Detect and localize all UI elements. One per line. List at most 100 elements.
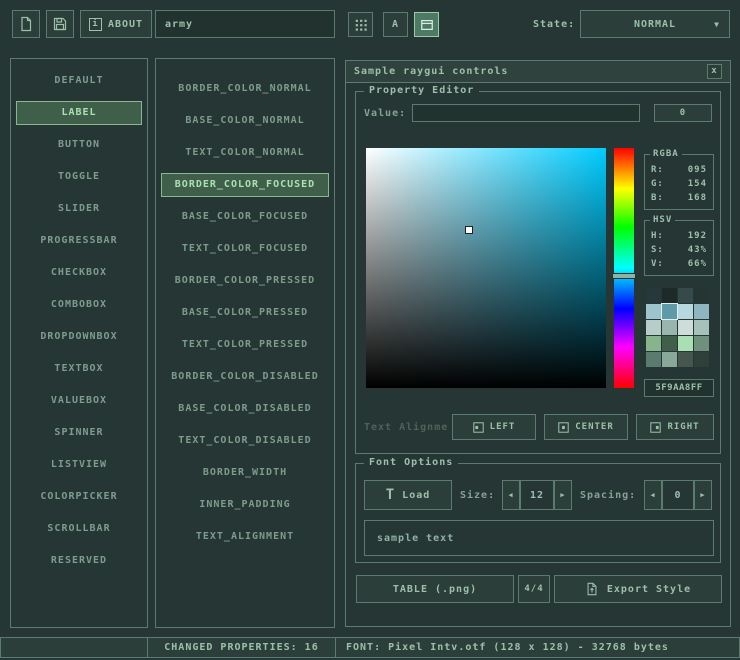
palette-swatch[interactable] [662,320,677,335]
controls-item[interactable]: LISTVIEW [16,453,142,477]
size-value-box[interactable]: 12 [520,480,554,510]
palette-swatch[interactable] [678,288,693,303]
controls-item[interactable]: SCROLLBAR [16,517,142,541]
controls-item[interactable]: DROPDOWNBOX [16,325,142,349]
hue-slider[interactable] [612,273,636,279]
grid-view-button[interactable] [348,12,373,37]
palette-swatch[interactable] [646,304,661,319]
style-table-button[interactable] [414,12,439,37]
palette-swatch[interactable] [694,336,709,351]
controls-item[interactable]: CHECKBOX [16,261,142,285]
hex-value-box[interactable]: 5F9AA8FF [644,379,714,397]
palette-swatch[interactable] [662,336,677,351]
info-icon: i [89,18,102,31]
palette-swatch[interactable] [678,336,693,351]
close-button[interactable]: x [707,64,722,79]
state-dropdown[interactable]: NORMAL ▼ [580,10,730,38]
export-style-button[interactable]: Export Style [554,575,722,603]
controls-item[interactable]: SPINNER [16,421,142,445]
font-options-group: Font Options T Load Size: ◀ 12 ▶ Spacing… [355,463,721,563]
palette-swatch[interactable] [694,352,709,367]
property-item[interactable]: BASE_COLOR_FOCUSED [161,205,329,229]
save-icon [52,16,68,32]
new-file-icon [18,16,34,32]
property-item[interactable]: BORDER_COLOR_NORMAL [161,77,329,101]
value-box[interactable]: 0 [654,104,712,122]
value-input[interactable] [412,104,640,122]
controls-item[interactable]: SLIDER [16,197,142,221]
controls-item[interactable]: PROGRESSBAR [16,229,142,253]
window-titlebar[interactable]: Sample raygui controls x [346,61,730,83]
property-item[interactable]: BASE_COLOR_PRESSED [161,301,329,325]
palette-swatch[interactable] [678,352,693,367]
property-item[interactable]: BORDER_COLOR_PRESSED [161,269,329,293]
font-atlas-button[interactable]: A [383,12,408,37]
color-picker-area[interactable] [366,148,606,388]
palette-swatch[interactable] [646,320,661,335]
text-glyph-icon: T [386,488,395,502]
property-item[interactable]: BASE_COLOR_NORMAL [161,109,329,133]
statusbar: CHANGED PROPERTIES: 16 FONT: Pixel Intv.… [0,637,740,658]
property-item-selected[interactable]: BORDER_COLOR_FOCUSED [161,173,329,197]
new-style-button[interactable] [12,10,40,38]
window-table-icon [420,18,434,32]
state-value: NORMAL [634,19,676,30]
align-left-button[interactable]: LEFT [452,414,536,440]
style-name-input[interactable] [155,10,335,38]
chevron-down-icon: ▼ [714,20,720,29]
table-export-button[interactable]: TABLE (.png) [356,575,514,603]
size-increment-button[interactable]: ▶ [554,480,572,510]
palette-swatch[interactable] [694,288,709,303]
save-style-button[interactable] [46,10,74,38]
hue-bar[interactable] [614,148,634,388]
property-item[interactable]: TEXT_COLOR_NORMAL [161,141,329,165]
about-button[interactable]: i ABOUT [80,10,152,38]
palette-swatch[interactable] [678,320,693,335]
controls-item[interactable]: COLORPICKER [16,485,142,509]
align-center-button[interactable]: CENTER [544,414,628,440]
property-item[interactable]: BASE_COLOR_DISABLED [161,397,329,421]
controls-item[interactable]: TEXTBOX [16,357,142,381]
property-item[interactable]: BORDER_WIDTH [161,461,329,485]
font-letter-icon: A [392,19,399,30]
palette-swatch[interactable] [646,336,661,351]
size-decrement-button[interactable]: ◀ [502,480,520,510]
palette-swatch[interactable] [662,304,677,319]
palette-swatch[interactable] [678,304,693,319]
controls-item[interactable]: COMBOBOX [16,293,142,317]
controls-item[interactable]: DEFAULT [16,69,142,93]
rgba-row-r: R:095 [651,163,707,177]
controls-item[interactable]: BUTTON [16,133,142,157]
window-title: Sample raygui controls [354,66,508,77]
sample-text-box[interactable]: sample text [364,520,714,556]
property-item[interactable]: TEXT_COLOR_FOCUSED [161,237,329,261]
load-font-button[interactable]: T Load [364,480,452,510]
spacing-value-box[interactable]: 0 [662,480,694,510]
property-item[interactable]: INNER_PADDING [161,493,329,517]
properties-list: BORDER_COLOR_NORMAL BASE_COLOR_NORMAL TE… [155,58,335,628]
sv-cursor[interactable] [465,226,473,234]
palette-swatch[interactable] [694,320,709,335]
rgba-row-b: B:168 [651,191,707,205]
palette-swatch[interactable] [662,352,677,367]
status-font-info: FONT: Pixel Intv.otf (128 x 128) - 32768… [335,637,740,658]
controls-item[interactable]: RESERVED [16,549,142,573]
hsv-row-s: S:43% [651,243,707,257]
property-item[interactable]: BORDER_COLOR_DISABLED [161,365,329,389]
align-right-button[interactable]: RIGHT [636,414,714,440]
align-center-icon [558,422,569,433]
palette-swatch[interactable] [662,288,677,303]
spacing-increment-button[interactable]: ▶ [694,480,712,510]
spacing-label: Spacing: [580,490,636,501]
table-counter-box[interactable]: 4/4 [518,575,550,603]
palette-swatch[interactable] [694,304,709,319]
spacing-decrement-button[interactable]: ◀ [644,480,662,510]
controls-item[interactable]: VALUEBOX [16,389,142,413]
property-item[interactable]: TEXT_ALIGNMENT [161,525,329,549]
controls-item[interactable]: TOGGLE [16,165,142,189]
property-item[interactable]: TEXT_COLOR_PRESSED [161,333,329,357]
palette-swatch[interactable] [646,288,661,303]
property-item[interactable]: TEXT_COLOR_DISABLED [161,429,329,453]
controls-item-selected[interactable]: LABEL [16,101,142,125]
palette-swatch[interactable] [646,352,661,367]
